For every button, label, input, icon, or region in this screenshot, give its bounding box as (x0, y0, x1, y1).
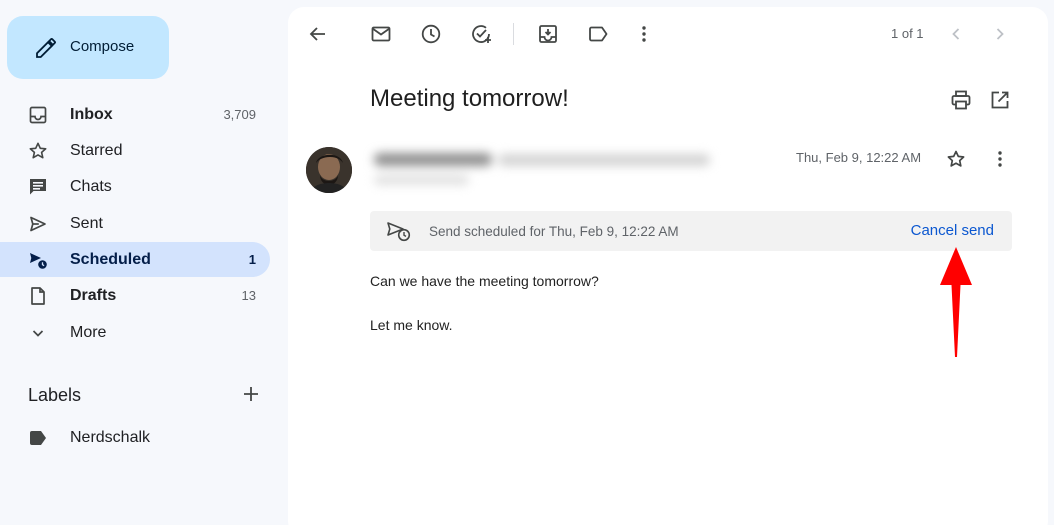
sidebar-item-label: Chats (70, 178, 112, 195)
sidebar-item-label: Starred (70, 142, 123, 159)
labels-header: Labels (28, 385, 82, 405)
pager-text: 1 of 1 (891, 26, 924, 41)
sidebar-item-count: 3,709 (223, 107, 256, 122)
sidebar: Compose Inbox 3,709 Starred Chats Sent S… (0, 0, 288, 525)
sidebar-item-scheduled[interactable]: Scheduled 1 (0, 242, 270, 277)
print-icon[interactable] (949, 88, 973, 112)
message-panel: 1 of 1 Meeting tomorrow! Thu, Feb 9, 12:… (288, 7, 1048, 525)
sidebar-item-more[interactable]: More (0, 315, 270, 350)
compose-button[interactable]: Compose (7, 16, 169, 79)
chevron-right-icon[interactable] (988, 22, 1012, 46)
message-more-icon[interactable] (988, 147, 1012, 171)
sidebar-item-label: Drafts (70, 287, 117, 304)
compose-label: Compose (70, 38, 135, 55)
label-tag-icon (29, 430, 47, 446)
star-icon (28, 141, 48, 161)
mark-unread-icon[interactable] (369, 22, 393, 46)
sidebar-item-label: Sent (70, 215, 103, 232)
annotation-arrow (936, 245, 976, 360)
sidebar-item-inbox[interactable]: Inbox 3,709 (0, 97, 270, 132)
toolbar-divider (513, 23, 514, 45)
inbox-icon (28, 105, 48, 125)
chevron-left-icon[interactable] (944, 22, 968, 46)
back-arrow-icon[interactable] (306, 22, 330, 46)
sender-avatar[interactable] (306, 147, 352, 193)
scheduled-send-icon (386, 220, 412, 242)
open-in-new-window-icon[interactable] (988, 88, 1012, 112)
sidebar-item-sent[interactable]: Sent (0, 206, 270, 241)
add-label-icon[interactable] (240, 383, 262, 405)
sidebar-item-label: More (70, 324, 107, 341)
sidebar-item-count: 13 (241, 288, 256, 303)
scheduled-send-icon (28, 250, 48, 270)
add-to-tasks-icon[interactable] (469, 22, 493, 46)
chat-icon (28, 177, 48, 197)
scheduled-send-text: Send scheduled for Thu, Feb 9, 12:22 AM (429, 224, 679, 239)
sidebar-item-drafts[interactable]: Drafts 13 (0, 278, 270, 313)
sender-info-redacted (370, 147, 720, 191)
sidebar-item-label: Inbox (70, 106, 113, 123)
sidebar-item-count: 1 (248, 252, 256, 267)
sidebar-item-label: Scheduled (70, 251, 151, 268)
label-icon[interactable] (586, 22, 610, 46)
email-subject: Meeting tomorrow! (370, 85, 569, 112)
chevron-down-icon (28, 323, 48, 343)
snooze-icon[interactable] (419, 22, 443, 46)
cancel-send-button[interactable]: Cancel send (911, 222, 994, 239)
sidebar-item-chats[interactable]: Chats (0, 169, 270, 204)
star-icon[interactable] (944, 147, 968, 171)
more-vert-icon[interactable] (632, 22, 656, 46)
send-icon (28, 214, 48, 234)
scheduled-send-banner: Send scheduled for Thu, Feb 9, 12:22 AM … (370, 211, 1012, 251)
move-to-icon[interactable] (536, 22, 560, 46)
message-body-line: Let me know. (370, 317, 453, 333)
label-item-label: Nerdschalk (70, 429, 151, 446)
label-item-nerdschalk[interactable]: Nerdschalk (0, 420, 270, 455)
message-date: Thu, Feb 9, 12:22 AM (796, 150, 922, 165)
message-body-line: Can we have the meeting tomorrow? (370, 273, 599, 289)
pencil-icon (34, 36, 58, 60)
draft-icon (28, 286, 48, 306)
sidebar-item-starred[interactable]: Starred (0, 133, 270, 168)
